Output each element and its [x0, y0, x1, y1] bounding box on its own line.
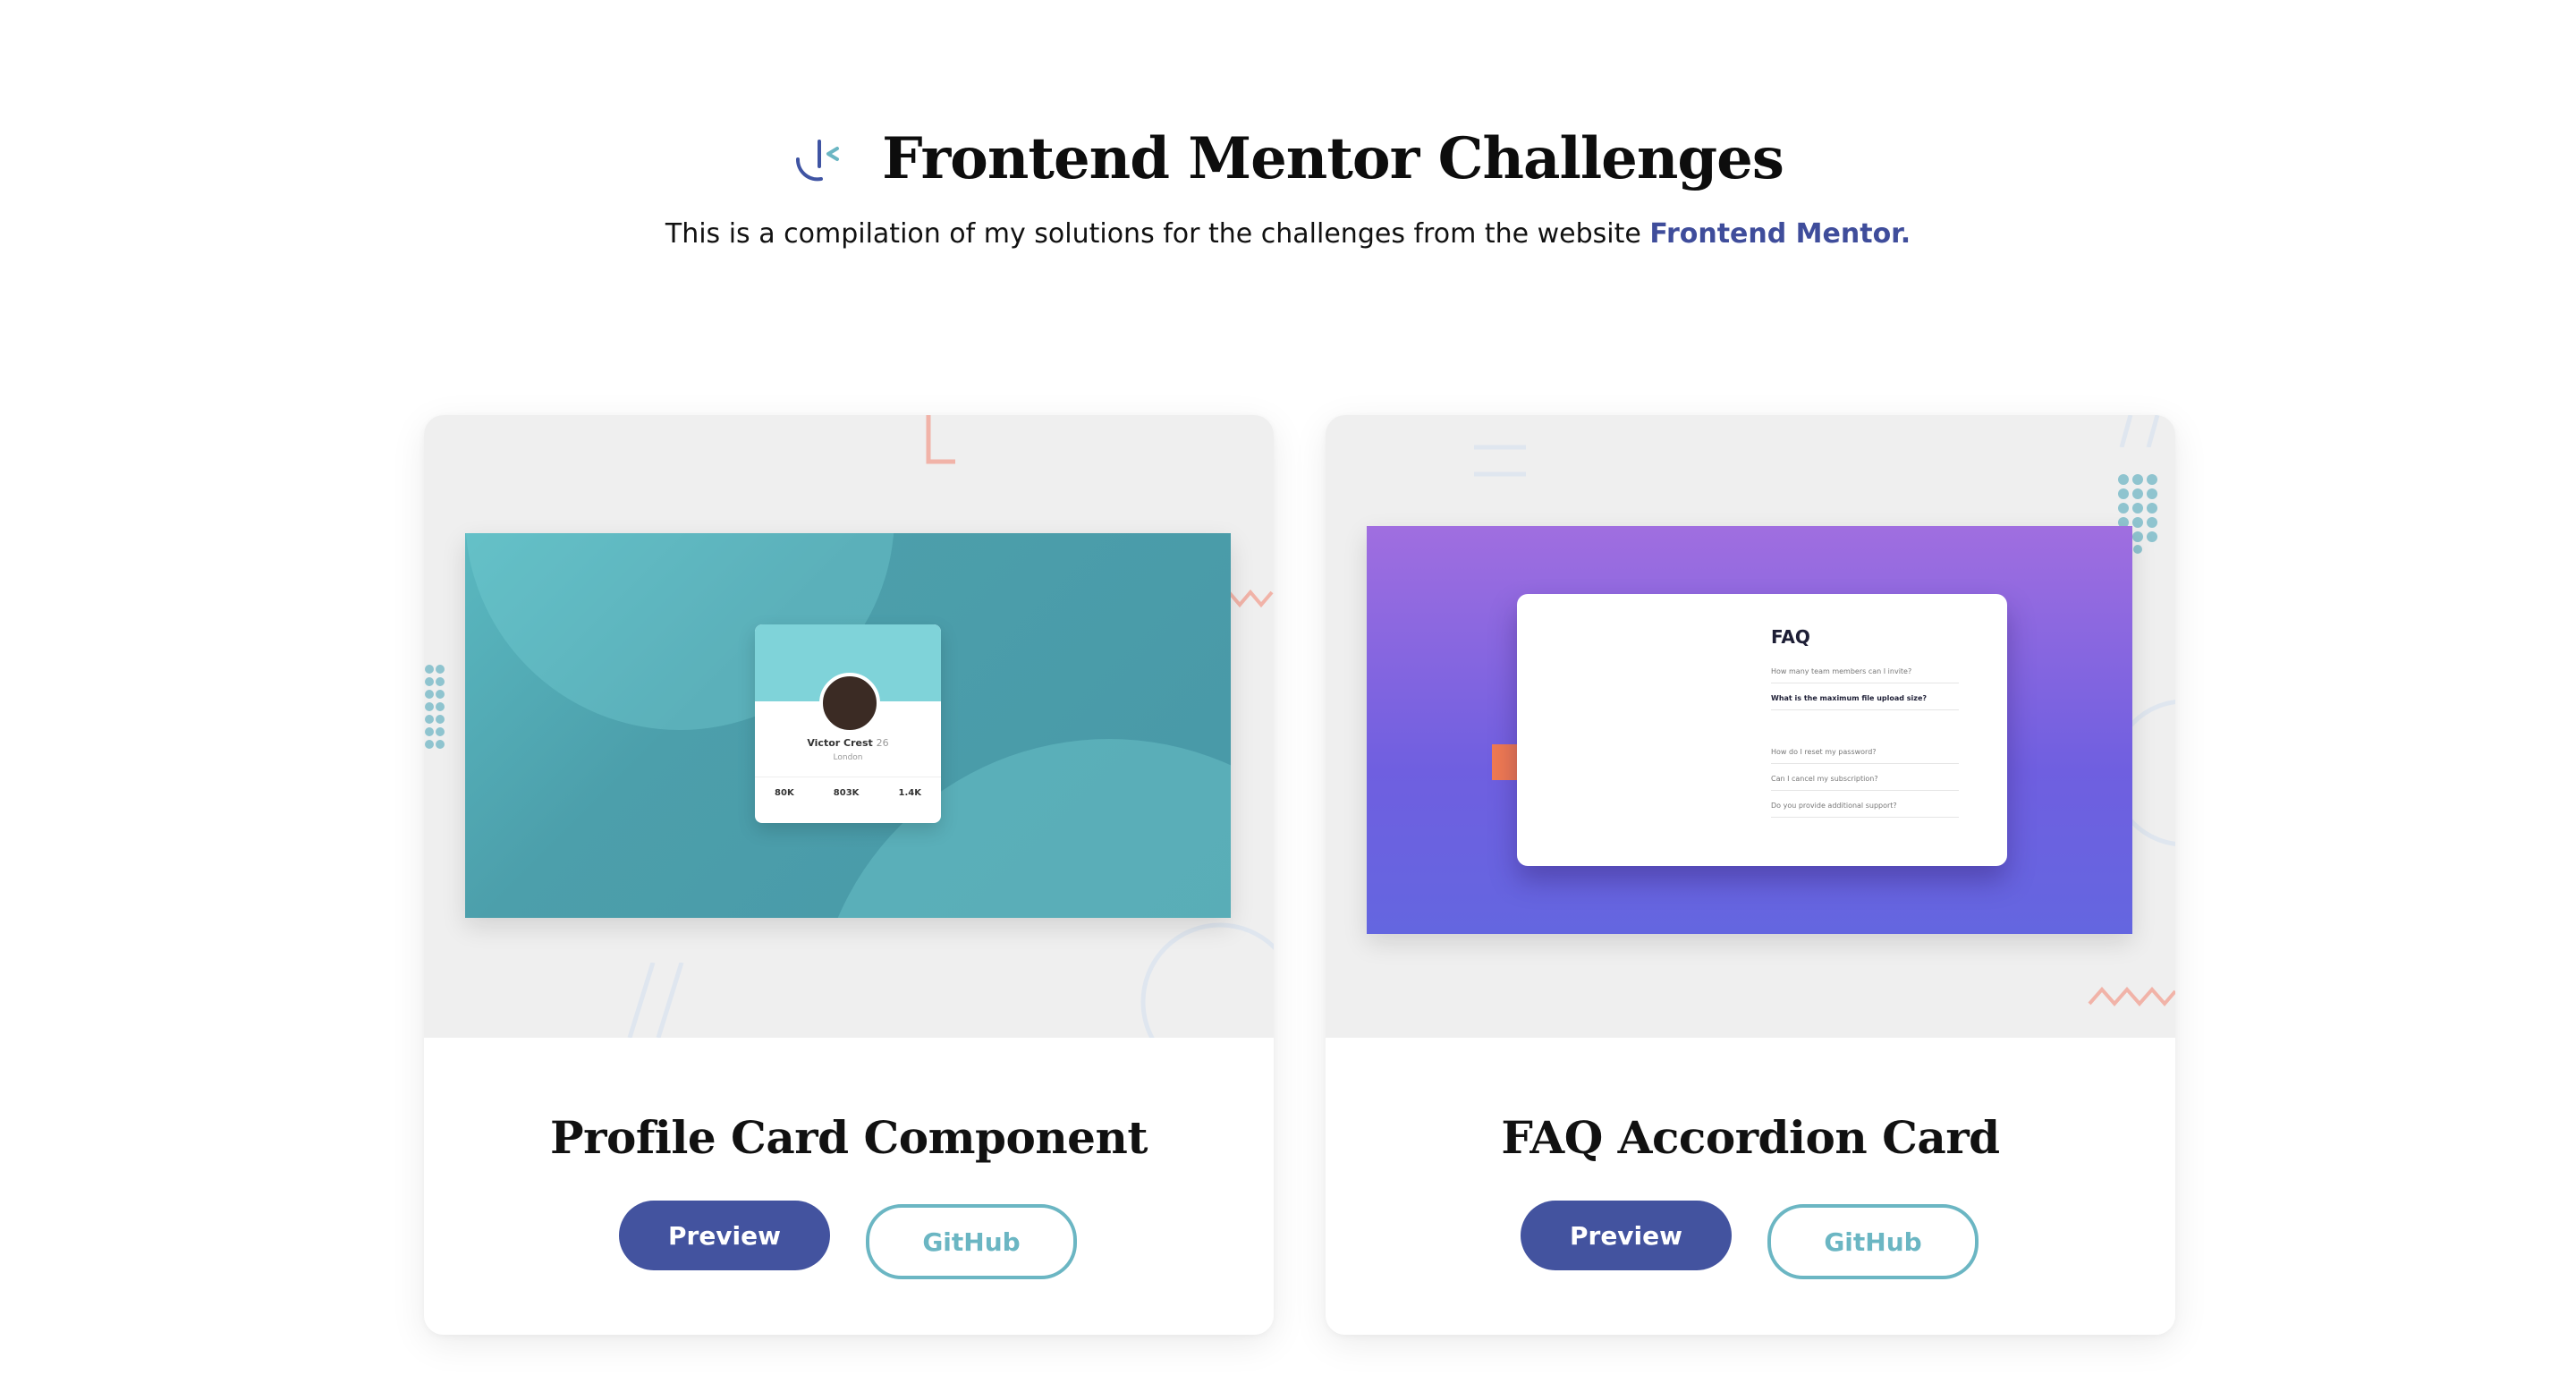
faq-question: How many team members can I invite? [1771, 667, 1959, 683]
frontend-mentor-link[interactable]: Frontend Mentor. [1649, 218, 1911, 250]
faq-card-screenshot: FAQ How many team members can I invite? … [1367, 526, 2132, 934]
card-title: Profile Card Component [550, 1111, 1148, 1164]
github-button[interactable]: GitHub [866, 1204, 1077, 1279]
preview-button[interactable]: Preview [619, 1201, 830, 1270]
challenge-card-profile: Victor Crest 26 London 80K 803K 1.4K Pro… [424, 415, 1274, 1335]
page-title: Frontend Mentor Challenges [882, 125, 1784, 192]
profile-location: London [833, 753, 863, 762]
faq-question: Do you provide additional support? [1771, 802, 1959, 818]
profile-name: Victor Crest 26 [807, 737, 889, 749]
decor-zigzag-icon [2088, 986, 2175, 1007]
title-row: Frontend Mentor Challenges [0, 125, 2576, 192]
card-thumbnail[interactable]: FAQ How many team members can I invite? … [1326, 415, 2175, 1038]
challenge-card-faq: FAQ How many team members can I invite? … [1326, 415, 2175, 1335]
card-title: FAQ Accordion Card [1501, 1111, 2000, 1164]
profile-stats: 80K 803K 1.4K [755, 777, 941, 798]
decor-zigzag-icon [1227, 589, 1274, 608]
faq-window: FAQ How many team members can I invite? … [1517, 594, 2007, 866]
github-button[interactable]: GitHub [1767, 1204, 1979, 1279]
faq-heading: FAQ [1771, 626, 1810, 648]
frontend-mentor-logo-icon [796, 139, 840, 181]
decor-slashes-icon [627, 963, 684, 1038]
card-body: Profile Card Component Preview GitHub [424, 1038, 1274, 1335]
stat-likes: 803K [833, 788, 860, 798]
preview-button[interactable]: Preview [1521, 1201, 1732, 1270]
faq-question: Can I cancel my subscription? [1771, 775, 1959, 791]
page-subtitle: This is a compilation of my solutions fo… [0, 218, 2576, 250]
decor-lines-icon [1474, 445, 1526, 477]
decor-slashes-icon [2119, 415, 2160, 447]
card-body: FAQ Accordion Card Preview GitHub [1326, 1038, 2175, 1335]
faq-question: How do I reset my password? [1771, 748, 1959, 764]
mini-profile-card: Victor Crest 26 London 80K 803K 1.4K [755, 624, 941, 823]
subtitle-text: This is a compilation of my solutions fo… [665, 218, 1650, 250]
profile-card-screenshot: Victor Crest 26 London 80K 803K 1.4K [465, 533, 1231, 918]
decor-dots-icon [425, 665, 445, 749]
avatar [819, 673, 880, 734]
stat-followers: 80K [775, 788, 794, 798]
decor-corner-icon [926, 415, 955, 464]
page-header: Frontend Mentor Challenges This is a com… [0, 0, 2576, 322]
decor-circle-icon [1140, 922, 1274, 1038]
stat-photos: 1.4K [898, 788, 921, 798]
faq-question: What is the maximum file upload size? [1771, 694, 1959, 710]
card-thumbnail[interactable]: Victor Crest 26 London 80K 803K 1.4K [424, 415, 1274, 1038]
